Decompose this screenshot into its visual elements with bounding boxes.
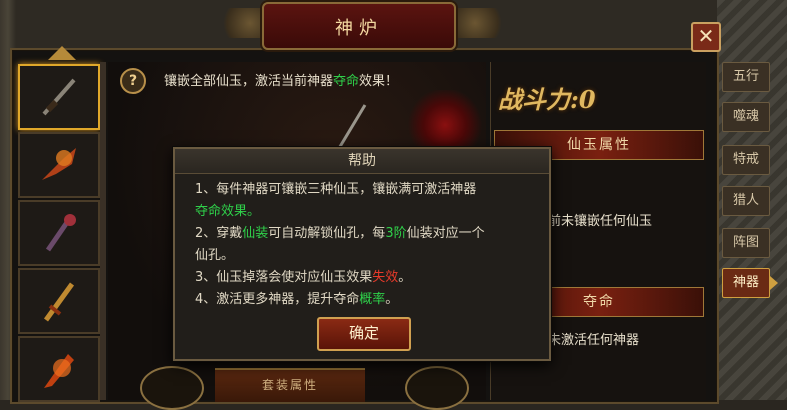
help-line-2b: 仙孔。	[195, 248, 235, 263]
axe-icon	[42, 148, 76, 180]
jade-socket-right[interactable]	[405, 366, 469, 410]
duoming-text: 未激活任何神器	[548, 333, 640, 348]
tab-wuxing[interactable]: 五行	[722, 62, 770, 92]
combat-power: 战斗力:0	[498, 85, 596, 114]
blade-icon	[42, 78, 76, 116]
staff-icon	[45, 214, 76, 252]
artifact-slot-2[interactable]	[18, 132, 100, 198]
tab-shihun[interactable]: 噬魂	[722, 102, 770, 132]
active-tab-caret-icon	[770, 276, 778, 290]
tab-shenqi[interactable]: 神器	[722, 268, 770, 298]
artifact-slot-5[interactable]	[18, 336, 100, 402]
tab-zhentu[interactable]: 阵图	[722, 228, 770, 258]
sword-icon	[43, 282, 75, 322]
confirm-button[interactable]: 确定	[317, 317, 411, 351]
activation-tip: 镶嵌全部仙玉，激活当前神器夺命效果！	[164, 74, 399, 89]
close-icon: ✕	[697, 24, 715, 48]
tab-lieren[interactable]: 猎人	[722, 186, 770, 216]
help-line-4: 4、激活更多神器，提升夺命概率。	[195, 292, 399, 307]
jade-attributes-text: 前未镶嵌任何仙玉	[548, 214, 653, 229]
help-line-2: 2、穿戴仙装可自动解锁仙孔，每3阶仙装对应一个	[195, 226, 485, 241]
jade-socket-left[interactable]	[140, 366, 204, 410]
help-dialog: 帮助 1、每件神器可镶嵌三种仙玉，镶嵌满可激活神器 夺命效果。 2、穿戴仙装可自…	[173, 147, 551, 361]
window-title-plate: 神炉	[262, 2, 456, 50]
help-button[interactable]: ?	[120, 68, 146, 94]
help-line-1: 1、每件神器可镶嵌三种仙玉，镶嵌满可激活神器	[195, 182, 477, 197]
tab-tejie[interactable]: 特戒	[722, 145, 770, 175]
artifact-slot-list	[18, 62, 104, 402]
help-dialog-title: 帮助	[175, 149, 549, 174]
artifact-slot-1[interactable]	[18, 64, 100, 130]
help-line-3: 3、仙玉掉落会使对应仙玉效果失效。	[195, 270, 412, 285]
slot-scrollbar[interactable]	[100, 62, 106, 400]
scroll-up-arrow-icon[interactable]	[48, 46, 76, 60]
help-dialog-body: 1、每件神器可镶嵌三种仙玉，镶嵌满可激活神器 夺命效果。 2、穿戴仙装可自动解锁…	[195, 179, 535, 311]
close-button[interactable]: ✕	[691, 22, 721, 52]
question-icon: ?	[128, 73, 138, 89]
artifact-slot-4[interactable]	[18, 268, 100, 334]
artifact-slot-3[interactable]	[18, 200, 100, 266]
flame-blade-icon	[44, 354, 74, 388]
set-attributes-button[interactable]: 套装属性	[215, 368, 365, 402]
help-line-1b: 夺命效果。	[195, 204, 261, 219]
window-title: 神炉	[335, 18, 383, 39]
